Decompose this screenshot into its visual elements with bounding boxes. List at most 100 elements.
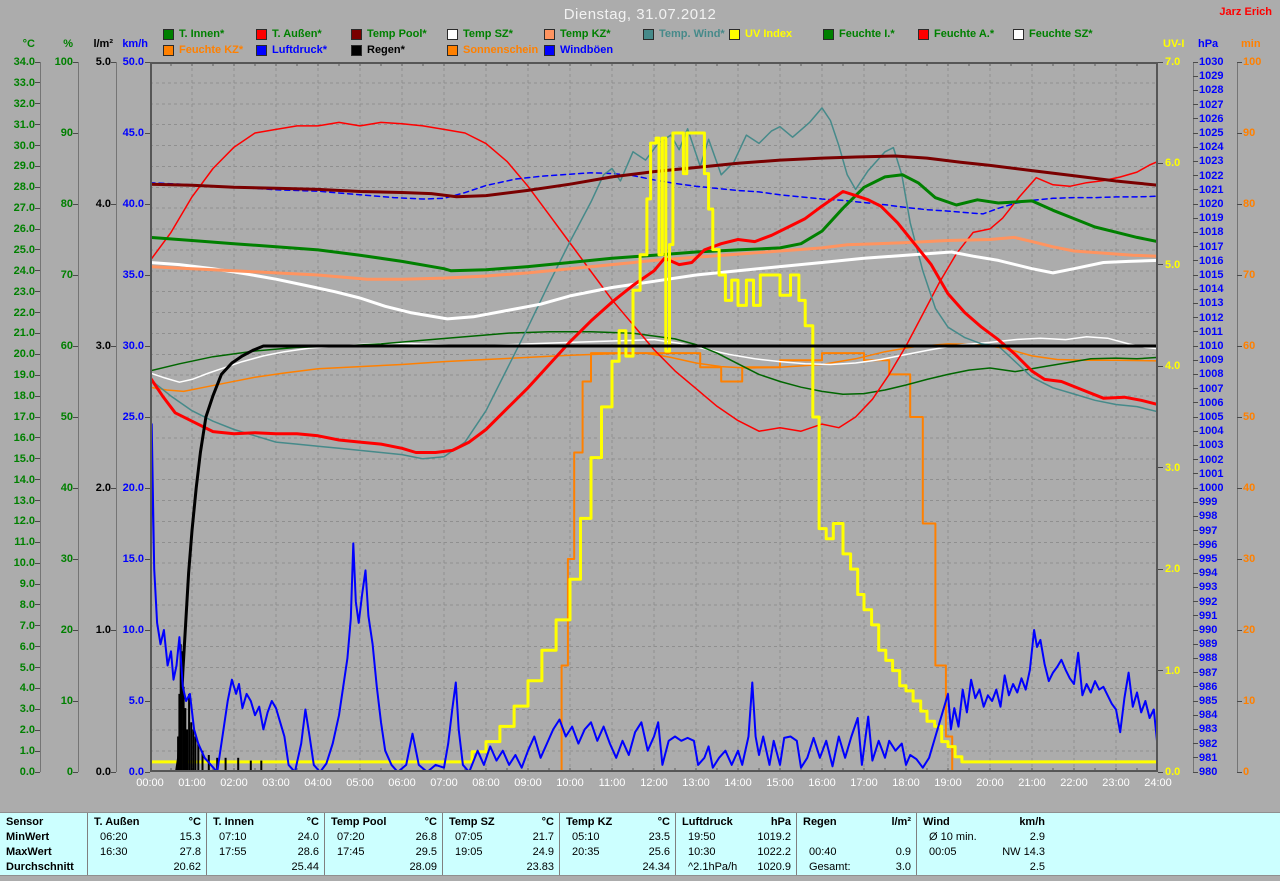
chart-plot-area [150,62,1158,772]
axis-hpa-tick-label: 983 [1199,723,1218,736]
table-cell-value: 1022.2 [757,846,791,858]
axis-tick [1237,558,1242,560]
table-cell-value: 1019.2 [757,831,791,843]
axis-hpa-tick-label: 1012 [1199,311,1224,324]
table-column-inner: Wind km/h Ø 10 min. 2.9 00:05 NW 14.3 2.5 [917,813,1051,875]
table-column-unit: °C [541,816,554,828]
legend-item-label: Temp SZ* [463,28,513,40]
table-row-labels-column: Sensor MinWert MaxWert Durchschnitt [0,813,87,875]
axis-tick [1193,757,1198,759]
axis-tick [73,132,78,134]
table-column-inner: Regen l/m² 00:40 0.9 Gesamt: 3.0 [797,813,917,875]
axis-tick [1193,189,1198,191]
legend-item-temp-wind-: Temp. Wind* [643,29,725,40]
legend-item-label: Feuchte SZ* [1029,28,1093,40]
axis-degC-tick-label: 30.0 [13,139,35,152]
axis-degC-tick-label: 25.0 [13,243,35,256]
axis-hpa-tick-label: 988 [1199,652,1218,665]
axis-uv-tick-label: 3.0 [1165,461,1181,474]
axis-tick [1193,771,1198,773]
table-cell-value: 25.6 [648,846,670,858]
table-cell-time: Ø 10 min. [929,831,977,843]
axis-hpa-tick-label: 1007 [1199,382,1224,395]
table-column-name: T. Innen [213,816,254,828]
axis-tick [35,312,40,314]
axis-tick [35,541,40,543]
table-column-t-innen: T. Innen °C 07:10 24.0 17:55 28.6 25.44 [206,813,325,875]
axis-rail-pct [78,62,79,772]
axis-tick [1193,643,1198,645]
table-row: Ø 10 min. 2.9 [917,830,1051,845]
axis-tick [1193,459,1198,461]
table-cell-time: 10:30 [688,846,716,858]
table-row: 19:50 1019.2 [676,830,797,845]
table-row-label: MinWert [6,831,50,843]
table-cell-value: 2.5 [1029,861,1045,873]
legend-item-label: Sonnenschein [463,44,539,56]
axis-tick [35,103,40,105]
table-row: 06:20 15.3 [88,830,207,845]
axis-degC-tick-label: 33.0 [13,76,35,89]
table-column-name: Regen [803,816,837,828]
table-header-row: Luftdruck hPa [676,815,797,830]
axis-hpa-tick-label: 1022 [1199,169,1224,182]
axis-tick [1193,700,1198,702]
table-cell-value: 26.8 [415,831,437,843]
table-cell-value: 3.0 [895,861,911,873]
axis-pct-tick-label: 10 [60,695,73,707]
axis-hpa-tick-label: 1027 [1199,98,1224,111]
table-column-wind: Wind km/h Ø 10 min. 2.9 00:05 NW 14.3 2.5 [916,813,1280,875]
axis-hpa-tick-label: 991 [1199,609,1218,622]
axis-hpa-tick-label: 1016 [1199,254,1224,267]
axis-tick [35,708,40,710]
axis-degC-tick-label: 12.0 [13,515,35,528]
table-column-unit: °C [188,816,201,828]
table-column-name: Temp Pool [331,816,387,828]
axis-tick [35,687,40,689]
axis-tick [35,165,40,167]
axis-tick [1193,416,1198,418]
axis-hpa-tick-label: 1014 [1199,283,1224,296]
axis-unit-pct: % [63,38,73,50]
axis-tick [1193,473,1198,475]
legend-item-temp-kz-: Temp KZ* [544,29,611,40]
axis-unit-uv: UV-I [1163,38,1185,50]
axis-degC-tick-label: 26.0 [13,223,35,236]
axis-hpa-tick-label: 1023 [1199,155,1224,168]
axis-tick [1193,118,1198,120]
axis-tick [1193,572,1198,574]
table-cell-value: 27.8 [179,846,201,858]
axis-kmh-tick-label: 45.0 [122,127,144,139]
axis-tick [1193,388,1198,390]
axis-hpa-tick-label: 1020 [1199,198,1224,210]
axis-tick [1193,331,1198,333]
axis-unit-hpa: hPa [1198,38,1219,50]
axis-uv-tick-label: 2.0 [1165,563,1181,576]
axis-hpa-tick-label: 1015 [1199,269,1224,281]
axis-kmh-tick-label: 10.0 [122,624,144,636]
table-column-temp-pool: Temp Pool °C 07:20 26.8 17:45 29.5 28.09 [324,813,443,875]
table-header-row: T. Innen °C [207,815,325,830]
legend-color-swatch [163,45,174,56]
axis-tick [1193,558,1198,560]
series-regen [150,344,1158,772]
table-header-row: T. Außen °C [88,815,207,830]
table-header-row: Wind km/h [917,815,1051,830]
table-row: 19:05 24.9 [443,845,560,860]
axis-degC-tick-label: 13.0 [13,494,35,507]
axis-tick [1237,132,1242,134]
table-row: 23.83 [443,860,560,875]
axis-tick [1193,430,1198,432]
table-header-row: Temp KZ °C [560,815,676,830]
table-cell-time: 19:05 [455,846,483,858]
axis-hpa-tick-label: 1024 [1199,141,1224,154]
axis-hpa-tick-label: 1003 [1199,439,1224,452]
table-row-label: Durchschnitt [6,861,74,873]
legend-color-swatch [256,29,267,40]
legend-color-swatch [729,29,740,40]
axis-hpa-tick-label: 1008 [1199,368,1224,381]
axis-degC-tick-label: 2.0 [19,724,35,737]
axis-tick [1193,544,1198,546]
table-row: 2.5 [917,860,1051,875]
table-cell-value: 1020.9 [757,861,791,873]
